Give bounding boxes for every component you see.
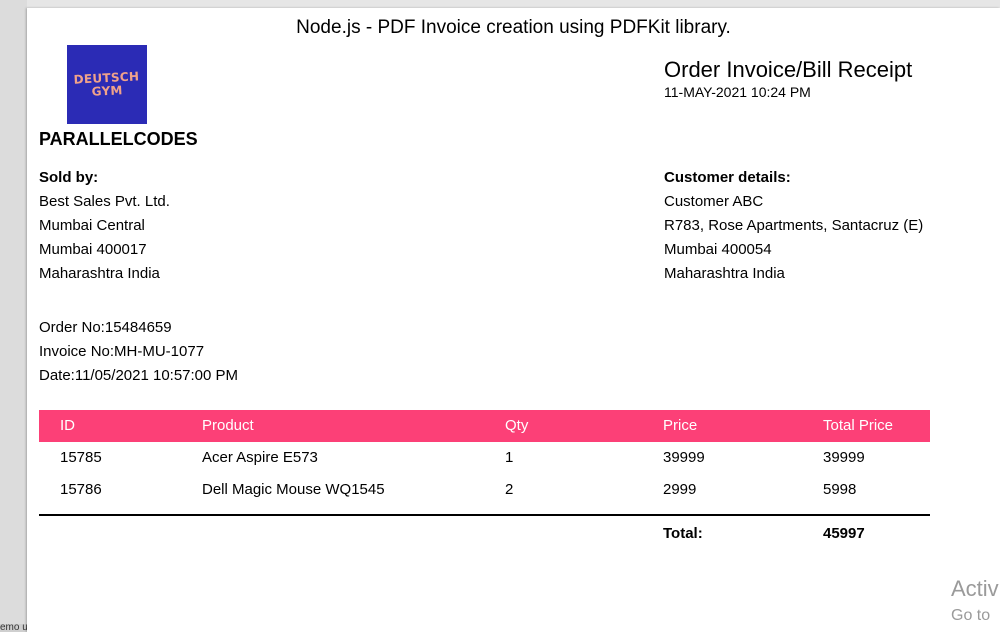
seller-line: Mumbai 400017 bbox=[39, 241, 147, 258]
customer-block: Customer details: Customer ABC R783, Ros… bbox=[664, 166, 923, 286]
activation-watermark: Activ bbox=[951, 576, 999, 601]
seller-label: Sold by: bbox=[39, 169, 99, 186]
invoice-number: Invoice No:MH-MU-1077 bbox=[39, 343, 205, 360]
customer-label: Customer details: bbox=[664, 169, 791, 186]
header-price: Price bbox=[663, 417, 698, 434]
pdf-page: Node.js - PDF Invoice creation using PDF… bbox=[27, 8, 1000, 632]
order-number: Order No:15484659 bbox=[39, 319, 172, 336]
cell-id: 15786 bbox=[60, 481, 102, 498]
header-product: Product bbox=[202, 417, 254, 434]
table-row: 15785 Acer Aspire E573 1 39999 39999 bbox=[39, 442, 930, 474]
company-name: PARALLELCODES bbox=[39, 129, 198, 149]
invoice-heading: Order Invoice/Bill Receipt bbox=[664, 57, 913, 82]
cell-price: 39999 bbox=[663, 449, 705, 466]
order-date: Date:11/05/2021 10:57:00 PM bbox=[39, 367, 239, 384]
customer-line: Mumbai 400054 bbox=[664, 241, 772, 258]
cell-qty: 1 bbox=[505, 449, 514, 466]
items-table-header: ID Product Qty Price Total Price bbox=[39, 410, 930, 442]
cell-price: 2999 bbox=[663, 481, 697, 498]
table-row: 15786 Dell Magic Mouse WQ1545 2 2999 599… bbox=[39, 474, 930, 506]
customer-line: R783, Rose Apartments, Santacruz (E) bbox=[664, 217, 924, 234]
cell-product: Acer Aspire E573 bbox=[202, 449, 318, 466]
logo-text: DEUTSCH GYM bbox=[73, 68, 140, 99]
cell-qty: 2 bbox=[505, 481, 514, 498]
page-title: Node.js - PDF Invoice creation using PDF… bbox=[296, 17, 731, 38]
seller-line: Mumbai Central bbox=[39, 217, 145, 234]
total-value: 45997 bbox=[823, 525, 865, 542]
cell-total-price: 39999 bbox=[823, 449, 865, 466]
order-info-block: Order No:15484659 Invoice No:MH-MU-1077 … bbox=[39, 316, 238, 388]
activation-watermark-sub: Go to bbox=[951, 607, 991, 624]
table-divider bbox=[39, 514, 930, 516]
viewer-left-gutter: emo use bbox=[0, 0, 90, 632]
invoice-date: 11-MAY-2021 10:24 PM bbox=[664, 84, 811, 100]
cell-id: 15785 bbox=[60, 449, 102, 466]
header-total-price: Total Price bbox=[823, 417, 894, 434]
total-label: Total: bbox=[663, 525, 703, 542]
header-id: ID bbox=[60, 417, 75, 434]
cell-product: Dell Magic Mouse WQ1545 bbox=[202, 481, 385, 498]
seller-block: Sold by: Best Sales Pvt. Ltd. Mumbai Cen… bbox=[39, 166, 170, 286]
company-logo: DEUTSCH GYM bbox=[67, 45, 147, 124]
customer-line: Maharashtra India bbox=[664, 265, 785, 282]
total-row: Total: 45997 bbox=[39, 518, 930, 550]
cell-total-price: 5998 bbox=[823, 481, 857, 498]
customer-line: Customer ABC bbox=[664, 193, 764, 210]
seller-line: Best Sales Pvt. Ltd. bbox=[39, 193, 170, 210]
header-qty: Qty bbox=[505, 417, 529, 434]
seller-line: Maharashtra India bbox=[39, 265, 160, 282]
